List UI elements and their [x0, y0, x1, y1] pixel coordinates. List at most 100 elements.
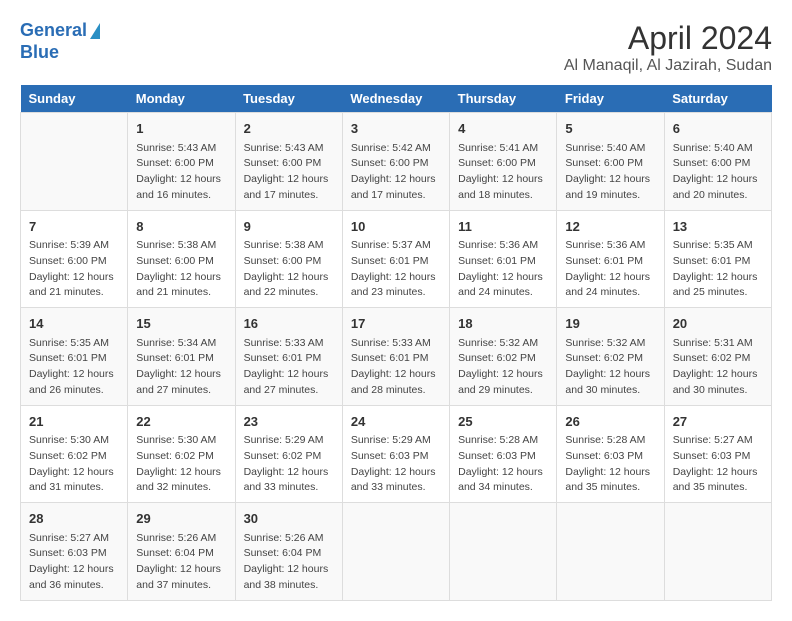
- day-number: 2: [244, 119, 334, 139]
- day-number: 27: [673, 412, 763, 432]
- calendar-cell: 27Sunrise: 5:27 AM Sunset: 6:03 PM Dayli…: [664, 405, 771, 503]
- day-info: Sunrise: 5:38 AM Sunset: 6:00 PM Dayligh…: [136, 238, 226, 301]
- day-info: Sunrise: 5:35 AM Sunset: 6:01 PM Dayligh…: [673, 238, 763, 301]
- calendar-cell: 6Sunrise: 5:40 AM Sunset: 6:00 PM Daylig…: [664, 113, 771, 211]
- week-row-4: 21 Sunrise: 5:30 AM Sunset: 6:02 PM Dayli…: [21, 405, 772, 503]
- calendar-cell: 22Sunrise: 5:30 AM Sunset: 6:02 PM Dayli…: [128, 405, 235, 503]
- calendar-cell: 9Sunrise: 5:38 AM Sunset: 6:00 PM Daylig…: [235, 210, 342, 308]
- calendar-cell: 26Sunrise: 5:28 AM Sunset: 6:03 PM Dayli…: [557, 405, 664, 503]
- calendar-cell: 10Sunrise: 5:37 AM Sunset: 6:01 PM Dayli…: [342, 210, 449, 308]
- calendar-cell: 15Sunrise: 5:34 AM Sunset: 6:01 PM Dayli…: [128, 308, 235, 406]
- day-info: Sunrise: 5:26 AM Sunset: 6:04 PM Dayligh…: [244, 531, 334, 594]
- calendar-cell: 17Sunrise: 5:33 AM Sunset: 6:01 PM Dayli…: [342, 308, 449, 406]
- day-info: Sunrise: 5:37 AM Sunset: 6:01 PM Dayligh…: [351, 238, 441, 301]
- title-area: April 2024 Al Manaqil, Al Jazirah, Sudan: [564, 20, 772, 75]
- day-number: 14: [29, 314, 119, 334]
- calendar-cell: 3Sunrise: 5:42 AM Sunset: 6:00 PM Daylig…: [342, 113, 449, 211]
- day-info: Sunrise: 5:26 AM Sunset: 6:04 PM Dayligh…: [136, 531, 226, 594]
- day-info: Sunrise: 5:32 AM Sunset: 6:02 PM Dayligh…: [458, 336, 548, 399]
- logo-text-blue: Blue: [20, 42, 59, 64]
- day-number: 24: [351, 412, 441, 432]
- day-number: 5: [565, 119, 655, 139]
- calendar-cell: 29Sunrise: 5:26 AM Sunset: 6:04 PM Dayli…: [128, 503, 235, 601]
- day-info: Sunrise: 5:32 AM Sunset: 6:02 PM Dayligh…: [565, 336, 655, 399]
- page-subtitle: Al Manaqil, Al Jazirah, Sudan: [564, 57, 772, 75]
- day-number: 15: [136, 314, 226, 334]
- day-info: Sunrise: 5:27 AM Sunset: 6:03 PM Dayligh…: [29, 531, 119, 594]
- logo: General Blue: [20, 20, 100, 63]
- day-info: Sunrise: 5:39 AM Sunset: 6:00 PM Dayligh…: [29, 238, 119, 301]
- calendar-cell: 20Sunrise: 5:31 AM Sunset: 6:02 PM Dayli…: [664, 308, 771, 406]
- column-header-thursday: Thursday: [450, 85, 557, 113]
- day-info: Sunrise: 5:40 AM Sunset: 6:00 PM Dayligh…: [673, 141, 763, 204]
- day-number: 1: [136, 119, 226, 139]
- day-info: Sunrise: 5:28 AM Sunset: 6:03 PM Dayligh…: [565, 433, 655, 496]
- day-info: Sunrise: 5:42 AM Sunset: 6:00 PM Dayligh…: [351, 141, 441, 204]
- calendar-cell: 23Sunrise: 5:29 AM Sunset: 6:02 PM Dayli…: [235, 405, 342, 503]
- calendar-table: SundayMondayTuesdayWednesdayThursdayFrid…: [20, 85, 772, 601]
- day-info: Sunrise: 5:35 AM Sunset: 6:01 PM Dayligh…: [29, 336, 119, 399]
- column-header-monday: Monday: [128, 85, 235, 113]
- day-number: 17: [351, 314, 441, 334]
- day-info: Sunrise: 5:28 AM Sunset: 6:03 PM Dayligh…: [458, 433, 548, 496]
- day-info: Sunrise: 5:29 AM Sunset: 6:02 PM Dayligh…: [244, 433, 334, 496]
- day-number: 16: [244, 314, 334, 334]
- calendar-cell: 21Sunrise: 5:30 AM Sunset: 6:02 PM Dayli…: [21, 405, 128, 503]
- calendar-cell: 28Sunrise: 5:27 AM Sunset: 6:03 PM Dayli…: [21, 503, 128, 601]
- day-number: 3: [351, 119, 441, 139]
- week-row-5: 28Sunrise: 5:27 AM Sunset: 6:03 PM Dayli…: [21, 503, 772, 601]
- week-row-1: 1Sunrise: 5:43 AM Sunset: 6:00 PM Daylig…: [21, 113, 772, 211]
- day-number: 28: [29, 509, 119, 529]
- day-info: Sunrise: 5:30 AM Sunset: 6:02 PM Dayligh…: [136, 433, 226, 496]
- day-number: 7: [29, 217, 119, 237]
- day-number: 9: [244, 217, 334, 237]
- calendar-cell: 30Sunrise: 5:26 AM Sunset: 6:04 PM Dayli…: [235, 503, 342, 601]
- day-number: 13: [673, 217, 763, 237]
- calendar-body: 1Sunrise: 5:43 AM Sunset: 6:00 PM Daylig…: [21, 113, 772, 601]
- day-info: Sunrise: 5:34 AM Sunset: 6:01 PM Dayligh…: [136, 336, 226, 399]
- column-header-tuesday: Tuesday: [235, 85, 342, 113]
- day-number: 26: [565, 412, 655, 432]
- page-title: April 2024: [564, 20, 772, 57]
- week-row-3: 14Sunrise: 5:35 AM Sunset: 6:01 PM Dayli…: [21, 308, 772, 406]
- day-number: 11: [458, 217, 548, 237]
- calendar-cell: [21, 113, 128, 211]
- calendar-cell: 2Sunrise: 5:43 AM Sunset: 6:00 PM Daylig…: [235, 113, 342, 211]
- day-info: Sunrise: 5:40 AM Sunset: 6:00 PM Dayligh…: [565, 141, 655, 204]
- day-number: 6: [673, 119, 763, 139]
- calendar-cell: [664, 503, 771, 601]
- column-header-wednesday: Wednesday: [342, 85, 449, 113]
- day-number: 12: [565, 217, 655, 237]
- day-info: Sunrise: 5:38 AM Sunset: 6:00 PM Dayligh…: [244, 238, 334, 301]
- calendar-cell: 25Sunrise: 5:28 AM Sunset: 6:03 PM Dayli…: [450, 405, 557, 503]
- logo-text: General: [20, 20, 100, 42]
- day-info: Sunrise: 5:33 AM Sunset: 6:01 PM Dayligh…: [351, 336, 441, 399]
- day-info: Sunrise: 5:31 AM Sunset: 6:02 PM Dayligh…: [673, 336, 763, 399]
- calendar-cell: 19Sunrise: 5:32 AM Sunset: 6:02 PM Dayli…: [557, 308, 664, 406]
- day-info: Sunrise: 5:43 AM Sunset: 6:00 PM Dayligh…: [136, 141, 226, 204]
- day-number: 18: [458, 314, 548, 334]
- day-number: 30: [244, 509, 334, 529]
- day-number: 29: [136, 509, 226, 529]
- day-info: Sunrise: 5:29 AM Sunset: 6:03 PM Dayligh…: [351, 433, 441, 496]
- calendar-cell: 12Sunrise: 5:36 AM Sunset: 6:01 PM Dayli…: [557, 210, 664, 308]
- calendar-cell: [342, 503, 449, 601]
- column-header-saturday: Saturday: [664, 85, 771, 113]
- day-number: 20: [673, 314, 763, 334]
- day-number: 23: [244, 412, 334, 432]
- day-number: 8: [136, 217, 226, 237]
- day-info: Sunrise: 5:33 AM Sunset: 6:01 PM Dayligh…: [244, 336, 334, 399]
- calendar-header-row: SundayMondayTuesdayWednesdayThursdayFrid…: [21, 85, 772, 113]
- calendar-cell: 7Sunrise: 5:39 AM Sunset: 6:00 PM Daylig…: [21, 210, 128, 308]
- calendar-cell: 24Sunrise: 5:29 AM Sunset: 6:03 PM Dayli…: [342, 405, 449, 503]
- calendar-cell: 8Sunrise: 5:38 AM Sunset: 6:00 PM Daylig…: [128, 210, 235, 308]
- calendar-cell: 18Sunrise: 5:32 AM Sunset: 6:02 PM Dayli…: [450, 308, 557, 406]
- day-number: 25: [458, 412, 548, 432]
- header: General Blue April 2024 Al Manaqil, Al J…: [20, 20, 772, 75]
- calendar-cell: 1Sunrise: 5:43 AM Sunset: 6:00 PM Daylig…: [128, 113, 235, 211]
- calendar-cell: 14Sunrise: 5:35 AM Sunset: 6:01 PM Dayli…: [21, 308, 128, 406]
- day-info: Sunrise: 5:43 AM Sunset: 6:00 PM Dayligh…: [244, 141, 334, 204]
- day-number: 19: [565, 314, 655, 334]
- day-info: Sunrise: 5:36 AM Sunset: 6:01 PM Dayligh…: [565, 238, 655, 301]
- day-number: 21: [29, 412, 119, 432]
